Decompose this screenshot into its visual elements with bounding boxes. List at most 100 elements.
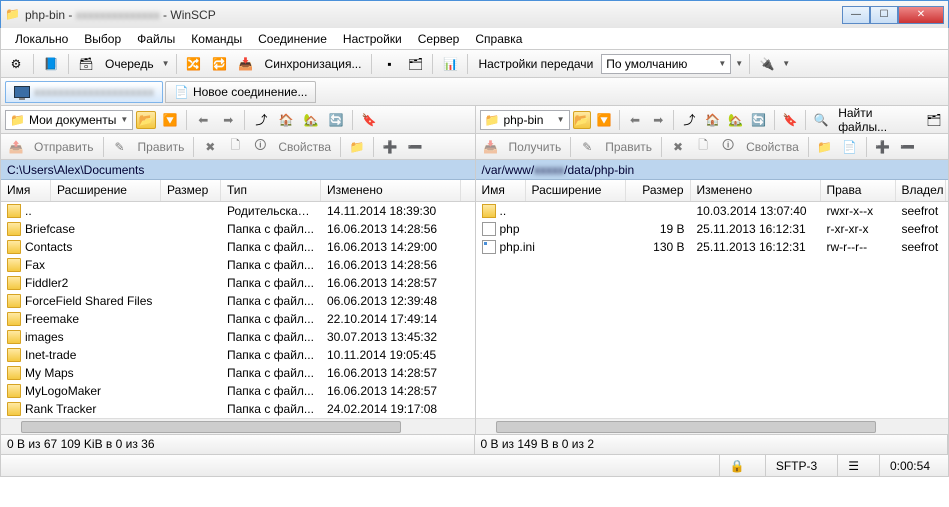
maximize-button[interactable]: ☐ [870, 6, 898, 24]
table-row[interactable]: MyLogoMakerПапка с файл...16.06.2013 14:… [1, 382, 475, 400]
left-del-icon[interactable]: ✖ [199, 136, 221, 158]
left-rows[interactable]: ..Родительская ...14.11.2014 18:39:30Bri… [1, 202, 475, 418]
right-newfolder-icon[interactable]: 📁 [814, 136, 836, 158]
transfer-preset-combo[interactable]: По умолчанию▼ [601, 54, 731, 74]
right-refresh-icon[interactable]: 🔄 [749, 109, 769, 131]
right-edit-icon[interactable]: ✎ [576, 136, 598, 158]
left-ren-icon[interactable]: 🗋 [224, 136, 246, 158]
left-bookmark-icon[interactable]: 🔖 [358, 109, 380, 131]
col-modified[interactable]: Изменено [691, 180, 821, 201]
right-plus-icon[interactable]: ➕ [872, 136, 894, 158]
right-minus-icon[interactable]: ➖ [897, 136, 919, 158]
right-props-label[interactable]: Свойства [742, 140, 803, 154]
left-edit-icon[interactable]: ✎ [109, 136, 131, 158]
table-row[interactable]: My MapsПапка с файл...16.06.2013 14:28:5… [1, 364, 475, 382]
left-up-icon[interactable]: ⤴ [250, 109, 272, 131]
calc-icon[interactable]: 📊 [439, 53, 461, 75]
right-drive-combo[interactable]: 📁 php-bin ▼ [480, 110, 570, 130]
col-size[interactable]: Размер [626, 180, 691, 201]
col-type[interactable]: Тип [221, 180, 321, 201]
col-rights[interactable]: Права [821, 180, 896, 201]
table-row[interactable]: php.ini130 B25.11.2013 16:12:31rw-r--r--… [476, 238, 949, 256]
col-size[interactable]: Размер [161, 180, 221, 201]
left-hscroll[interactable] [1, 418, 475, 434]
right-newfile-icon[interactable]: 📄 [839, 136, 861, 158]
table-row[interactable]: FaxПапка с файл...16.06.2013 14:28:56 [1, 256, 475, 274]
menu-select[interactable]: Выбор [76, 30, 129, 48]
table-row[interactable]: BriefcaseПапка с файл...16.06.2013 14:28… [1, 220, 475, 238]
left-plus-icon[interactable]: ➕ [379, 136, 401, 158]
col-ext[interactable]: Расширение [526, 180, 626, 201]
left-root-icon[interactable]: 🏠 [275, 109, 297, 131]
table-row[interactable]: ContactsПапка с файл...16.06.2013 14:29:… [1, 238, 475, 256]
left-fwd-icon[interactable]: ➡ [217, 109, 239, 131]
session-tab-active[interactable]: xxxxxxxxxxxxxxxxxxxx [5, 81, 163, 103]
sync-icon[interactable]: 📥 [235, 53, 257, 75]
transfer-preset-more[interactable]: ▼ [735, 59, 743, 68]
table-row[interactable]: FreemakeПапка с файл...22.10.2014 17:49:… [1, 310, 475, 328]
sync-browse-icon[interactable]: 🔁 [209, 53, 231, 75]
queue-label[interactable]: Очередь [101, 57, 158, 71]
explorer-icon[interactable]: 🗂 [404, 53, 426, 75]
right-bookmark-icon[interactable]: 🔖 [780, 109, 800, 131]
table-row[interactable]: ..Родительская ...14.11.2014 18:39:30 [1, 202, 475, 220]
get-label[interactable]: Получить [505, 140, 566, 154]
left-minus-icon[interactable]: ➖ [404, 136, 426, 158]
table-row[interactable]: Fiddler2Папка с файл...16.06.2013 14:28:… [1, 274, 475, 292]
right-home-icon[interactable]: 🏡 [726, 109, 746, 131]
col-name[interactable]: Имя [476, 180, 526, 201]
send-icon[interactable]: 📤 [5, 136, 27, 158]
sync-label[interactable]: Синхронизация... [261, 57, 366, 71]
book-icon[interactable]: 📘 [40, 53, 62, 75]
right-hscroll[interactable] [476, 418, 949, 434]
terminal-icon[interactable]: ▪ [378, 53, 400, 75]
compare-icon[interactable]: 🔀 [183, 53, 205, 75]
right-props-icon[interactable]: 🛈 [717, 136, 739, 158]
table-row[interactable]: ForceField Shared FilesПапка с файл...06… [1, 292, 475, 310]
right-ren-icon[interactable]: 🗋 [692, 136, 714, 158]
left-open-icon[interactable]: 📂 [136, 111, 156, 129]
right-extra-icon[interactable]: 🗂 [924, 109, 944, 131]
left-newfolder-icon[interactable]: 📁 [346, 136, 368, 158]
right-edit-label[interactable]: Править [601, 140, 656, 154]
table-row[interactable]: Inet-tradeПапка с файл...10.11.2014 19:0… [1, 346, 475, 364]
menu-connection[interactable]: Соединение [250, 30, 335, 48]
right-back-icon[interactable]: ⬅ [625, 109, 645, 131]
send-label[interactable]: Отправить [30, 140, 98, 154]
table-row[interactable]: imagesПапка с файл...30.07.2013 13:45:32 [1, 328, 475, 346]
right-del-icon[interactable]: ✖ [667, 136, 689, 158]
left-edit-label[interactable]: Править [134, 140, 189, 154]
menu-help[interactable]: Справка [467, 30, 530, 48]
conn-more[interactable]: ▼ [782, 59, 790, 68]
col-name[interactable]: Имя [1, 180, 51, 201]
menu-commands[interactable]: Команды [183, 30, 250, 48]
left-filter-icon[interactable]: 🔽 [159, 109, 181, 131]
queue-dropdown[interactable]: ▼ [162, 59, 170, 68]
close-button[interactable]: ✕ [898, 6, 944, 24]
left-refresh-icon[interactable]: 🔄 [325, 109, 347, 131]
minimize-button[interactable]: — [842, 6, 870, 24]
right-root-icon[interactable]: 🏠 [702, 109, 722, 131]
table-row[interactable]: Rank TrackerПапка с файл...24.02.2014 19… [1, 400, 475, 418]
menu-settings[interactable]: Настройки [335, 30, 410, 48]
table-row[interactable]: ..10.03.2014 13:07:40rwxr-x--xseefrot [476, 202, 949, 220]
menu-files[interactable]: Файлы [129, 30, 183, 48]
menu-local[interactable]: Локально [7, 30, 76, 48]
left-back-icon[interactable]: ⬅ [192, 109, 214, 131]
left-props-label[interactable]: Свойства [274, 140, 335, 154]
refresh-connection-icon[interactable]: 🔌 [756, 53, 778, 75]
new-session-tab[interactable]: 📄 Новое соединение... [165, 81, 316, 103]
right-filter-icon[interactable]: 🔽 [594, 109, 614, 131]
right-rows[interactable]: ..10.03.2014 13:07:40rwxr-x--xseefrotphp… [476, 202, 949, 418]
col-owner[interactable]: Владел [896, 180, 946, 201]
left-drive-combo[interactable]: 📁 Мои документы ▼ [5, 110, 133, 130]
find-icon[interactable]: 🔍 [811, 109, 831, 131]
table-row[interactable]: php19 B25.11.2013 16:12:31r-xr-xr-xseefr… [476, 220, 949, 238]
options-icon[interactable] [5, 53, 27, 75]
col-ext[interactable]: Расширение [51, 180, 161, 201]
get-icon[interactable]: 📥 [480, 136, 502, 158]
queue-icon[interactable]: 🗃 [75, 53, 97, 75]
right-up-icon[interactable]: ⤴ [679, 109, 699, 131]
left-home-icon[interactable]: 🏡 [300, 109, 322, 131]
col-modified[interactable]: Изменено [321, 180, 461, 201]
